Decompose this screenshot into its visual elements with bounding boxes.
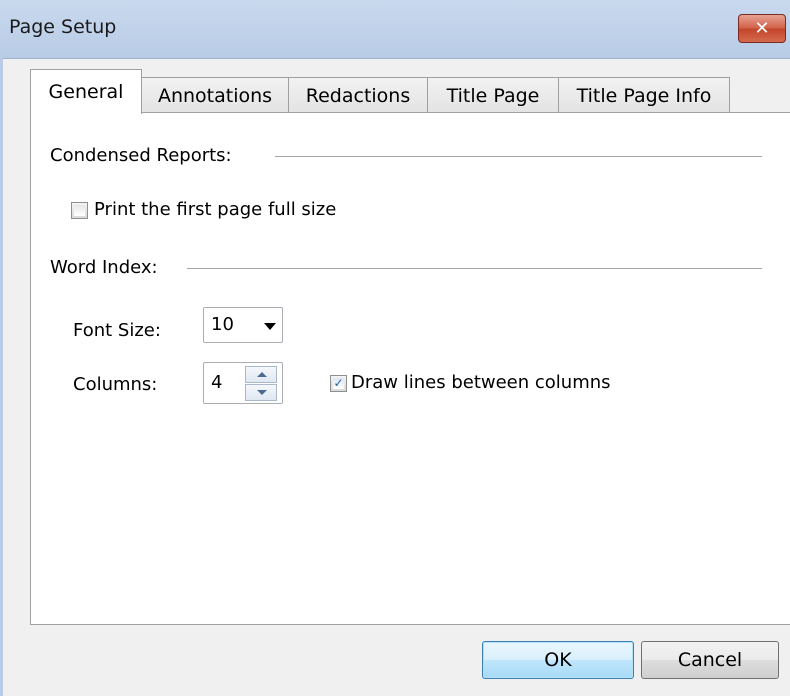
general-tab-panel: Condensed Reports: Print the first page …: [30, 112, 790, 625]
print-first-page-label[interactable]: Print the first page full size: [94, 199, 336, 220]
tab-redactions[interactable]: Redactions: [288, 77, 428, 113]
title-bar[interactable]: Page Setup ✕: [0, 0, 790, 59]
tab-title-page-info-label: Title Page Info: [576, 84, 712, 107]
ok-button-label: OK: [544, 649, 572, 671]
columns-stepper[interactable]: 4: [203, 362, 283, 404]
check-icon: ✓: [333, 376, 344, 390]
cancel-button-label: Cancel: [677, 649, 743, 671]
font-size-label: Font Size:: [73, 320, 161, 341]
cancel-button[interactable]: Cancel: [641, 641, 779, 679]
draw-lines-label[interactable]: Draw lines between columns: [351, 372, 611, 393]
word-index-divider: [187, 268, 762, 269]
font-size-value: 10: [211, 314, 234, 335]
print-first-page-checkbox[interactable]: [71, 202, 88, 219]
tab-annotations[interactable]: Annotations: [141, 77, 289, 113]
condensed-reports-divider: [275, 156, 762, 157]
tab-general[interactable]: General: [30, 69, 142, 114]
tab-redactions-label: Redactions: [305, 84, 411, 107]
font-size-dropdown[interactable]: 10: [203, 307, 283, 343]
stepper-down-icon[interactable]: [245, 384, 277, 401]
word-index-heading: Word Index:: [50, 257, 158, 278]
window-title: Page Setup: [9, 16, 117, 38]
page-setup-dialog: Page Setup ✕ General Annotations Redacti…: [0, 0, 790, 696]
window-frame-left: [0, 58, 3, 696]
tab-title-page-label: Title Page: [446, 84, 540, 107]
chevron-down-icon: [264, 323, 276, 330]
checkbox-box: [74, 205, 85, 216]
ok-button[interactable]: OK: [482, 641, 634, 679]
condensed-reports-heading: Condensed Reports:: [50, 145, 232, 166]
close-icon: ✕: [754, 18, 770, 39]
close-button[interactable]: ✕: [738, 14, 786, 43]
draw-lines-checkbox[interactable]: ✓: [330, 375, 347, 392]
tab-annotations-label: Annotations: [157, 84, 273, 107]
columns-value: 4: [211, 372, 223, 393]
columns-label: Columns:: [73, 374, 158, 395]
tab-title-page[interactable]: Title Page: [427, 77, 559, 113]
tab-general-label: General: [48, 81, 124, 103]
stepper-up-icon[interactable]: [245, 366, 277, 383]
tab-title-page-info[interactable]: Title Page Info: [558, 77, 730, 113]
